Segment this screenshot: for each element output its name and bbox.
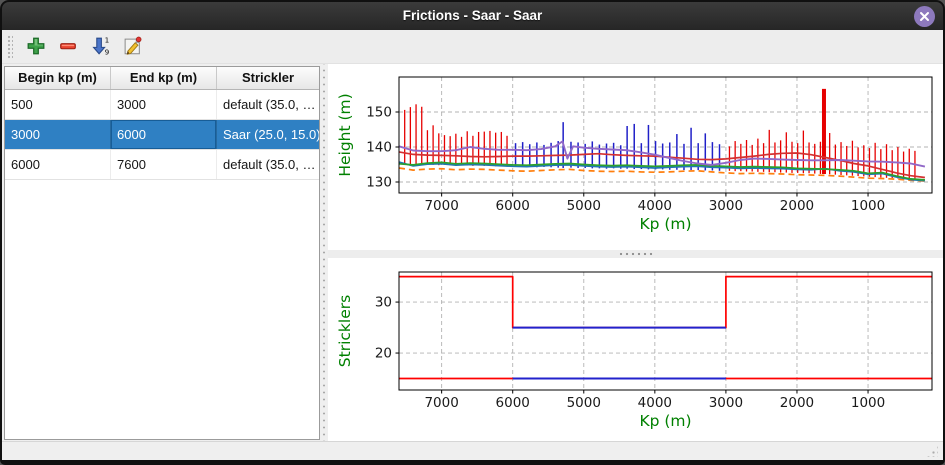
- column-header-end-kp[interactable]: End kp (m): [111, 67, 217, 89]
- resize-grip[interactable]: [926, 445, 938, 457]
- table-row[interactable]: 5003000default (35.0, …: [5, 90, 319, 120]
- x-tick-label: 1000: [851, 198, 885, 214]
- toolbar: 1 9: [2, 30, 943, 64]
- x-tick-label: 2000: [780, 198, 814, 214]
- y-axis-label: Stricklers: [336, 295, 354, 367]
- close-button[interactable]: [914, 6, 935, 27]
- table-row[interactable]: 30006000Saar (25.0, 15.0): [5, 120, 319, 150]
- frictions-window: Frictions - Saar - Saar 1 9: [0, 0, 945, 465]
- x-tick-label: 1000: [851, 395, 885, 411]
- x-tick-label: 5000: [567, 395, 601, 411]
- table-cell[interactable]: 500: [5, 90, 111, 119]
- y-tick-label: 130: [366, 175, 392, 191]
- x-tick-label: 4000: [638, 395, 672, 411]
- y-tick-label: 20: [375, 346, 392, 362]
- x-tick-label: 3000: [709, 395, 743, 411]
- table-cell[interactable]: default (35.0, …: [217, 150, 319, 179]
- plot-frame: [399, 272, 932, 390]
- status-bar: [2, 441, 943, 460]
- table-body: 5003000default (35.0, …30006000Saar (25.…: [5, 90, 319, 180]
- remove-icon: [57, 35, 79, 57]
- table-cell[interactable]: 3000: [111, 90, 217, 119]
- table-row[interactable]: 60007600default (35.0, …: [5, 150, 319, 180]
- stricklers-chart: 7000 6000 5000 4000 3000 2000 1000 20 30 Kp (m) St…: [328, 258, 943, 441]
- x-tick-label: 7000: [424, 198, 458, 214]
- sort-rows-icon: 1 9: [89, 35, 111, 57]
- x-tick-label: 2000: [780, 395, 814, 411]
- window-title: Frictions - Saar - Saar: [2, 2, 943, 30]
- sort-rows-button[interactable]: 1 9: [86, 33, 114, 61]
- y-tick-label: 150: [366, 105, 392, 121]
- add-icon: [25, 35, 47, 57]
- main-area: Begin kp (m) End kp (m) Strickler 500300…: [2, 64, 943, 441]
- frictions-table: Begin kp (m) End kp (m) Strickler 500300…: [4, 66, 320, 440]
- column-header-begin-kp[interactable]: Begin kp (m): [5, 67, 111, 89]
- add-row-button[interactable]: [22, 33, 50, 61]
- chart-splitter[interactable]: [328, 250, 943, 258]
- x-tick-label: 4000: [638, 198, 672, 214]
- x-axis-label: Kp (m): [639, 215, 691, 233]
- x-axis-label: Kp (m): [639, 412, 691, 430]
- table-cell[interactable]: 6000: [111, 120, 217, 149]
- column-header-strickler[interactable]: Strickler: [217, 67, 319, 89]
- titlebar[interactable]: Frictions - Saar - Saar: [2, 2, 943, 30]
- svg-text:9: 9: [105, 47, 110, 56]
- panel-splitter[interactable]: [321, 64, 327, 441]
- table-cell[interactable]: 3000: [5, 120, 111, 149]
- y-tick-label: 140: [366, 140, 392, 156]
- x-tick-label: 6000: [496, 395, 530, 411]
- x-tick-label: 3000: [709, 198, 743, 214]
- edit-button[interactable]: [118, 33, 146, 61]
- charts-panel: 7000 6000 5000 4000 3000 2000 1000 130 140 150 Kp …: [328, 64, 943, 441]
- table-cell[interactable]: default (35.0, …: [217, 90, 319, 119]
- toolbar-grip-handle[interactable]: [7, 35, 13, 59]
- x-tick-label: 6000: [496, 198, 530, 214]
- y-tick-label: 30: [375, 295, 392, 311]
- remove-row-button[interactable]: [54, 33, 82, 61]
- svg-text:1: 1: [105, 35, 110, 44]
- height-profile-chart: 7000 6000 5000 4000 3000 2000 1000 130 140 150 Kp …: [328, 64, 943, 250]
- x-tick-label: 5000: [567, 198, 601, 214]
- y-axis-label: Height (m): [336, 93, 354, 176]
- close-icon: [919, 11, 930, 22]
- table-cell[interactable]: 7600: [111, 150, 217, 179]
- x-tick-label: 7000: [424, 395, 458, 411]
- edit-icon: [121, 35, 143, 57]
- table-header: Begin kp (m) End kp (m) Strickler: [5, 67, 319, 90]
- table-cell[interactable]: 6000: [5, 150, 111, 179]
- table-cell[interactable]: Saar (25.0, 15.0): [217, 120, 319, 149]
